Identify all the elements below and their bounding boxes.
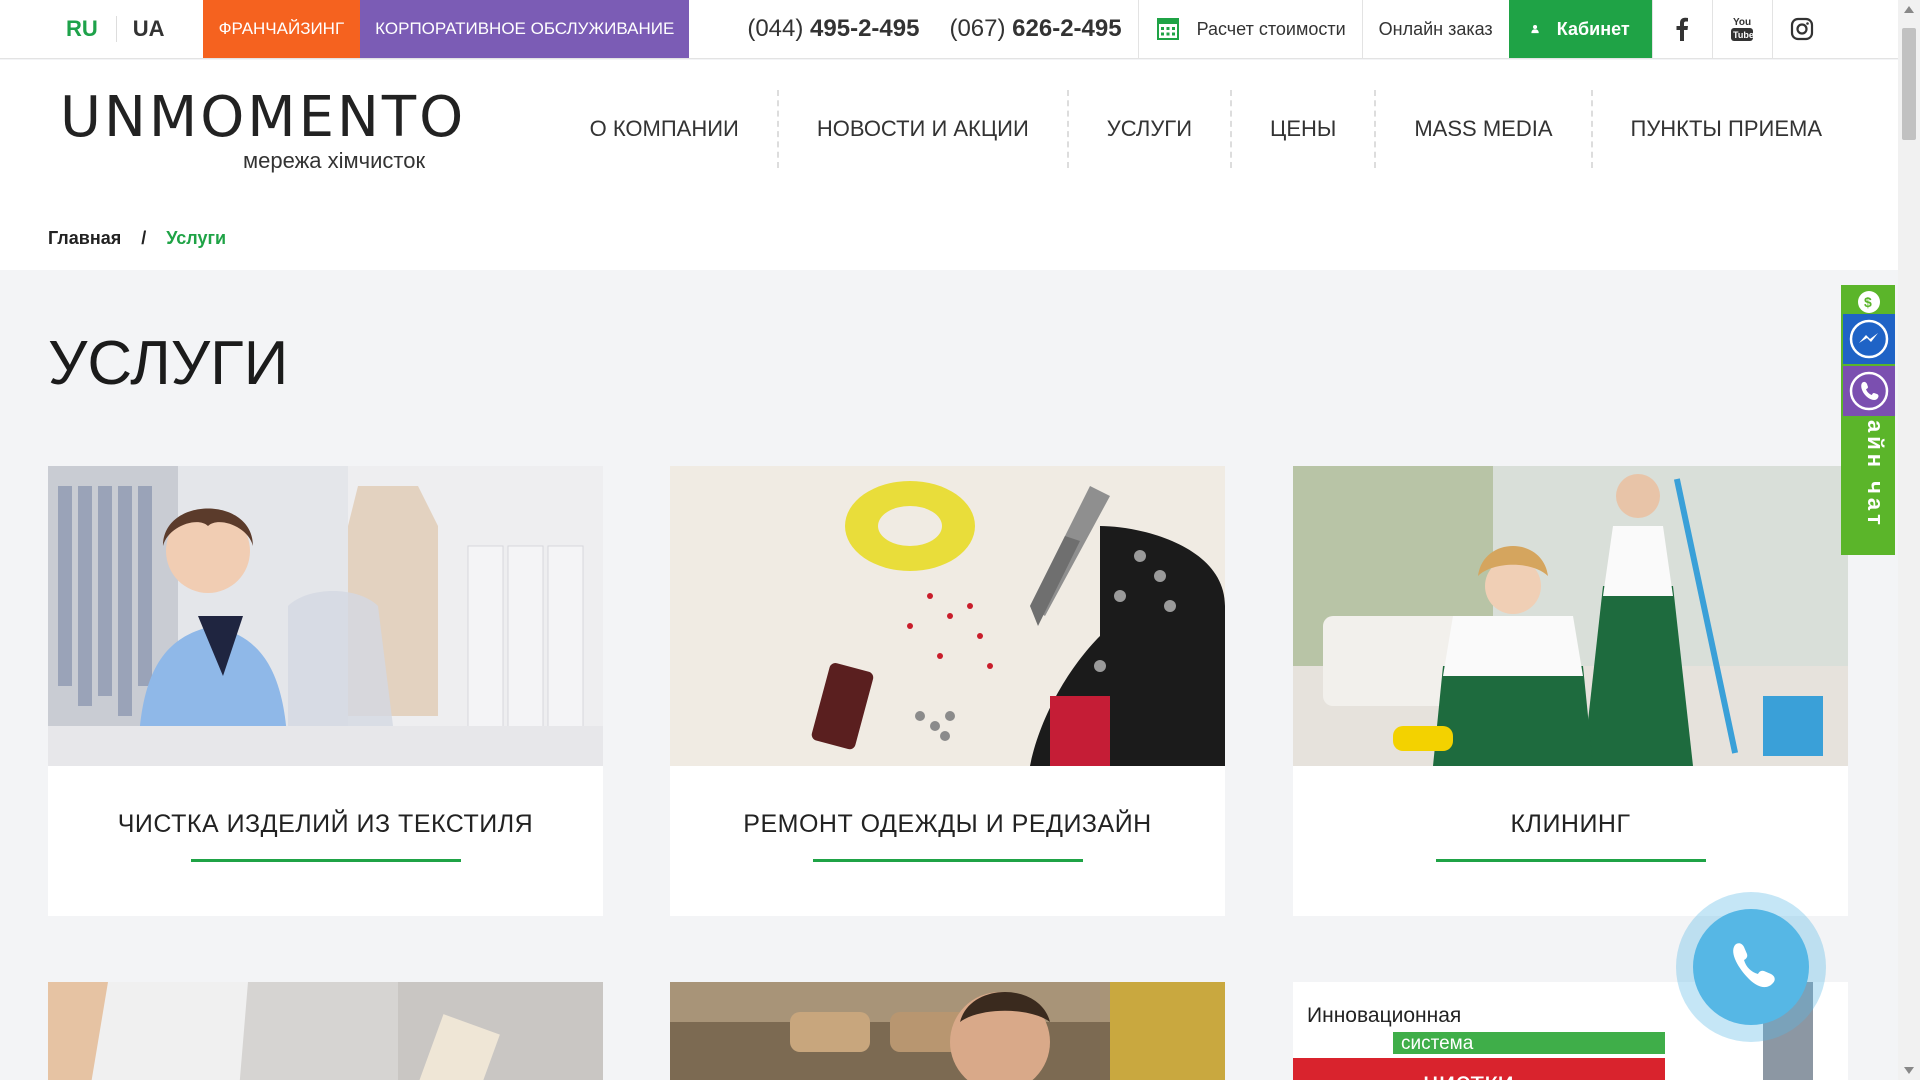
nav-mass-media[interactable]: MASS MEDIA xyxy=(1374,90,1590,168)
site-header: UNMOMENTO мережа хімчисток О КОМПАНИИ НО… xyxy=(0,60,1898,270)
logo-wordmark: UNMOMENTO xyxy=(60,85,467,150)
online-order-link[interactable]: Онлайн заказ xyxy=(1361,0,1509,58)
calculator-icon xyxy=(1156,18,1179,40)
breadcrumb-separator: / xyxy=(141,228,147,248)
online-chat-label: айн чат xyxy=(1863,420,1888,529)
messenger-button[interactable] xyxy=(1843,314,1895,364)
promo-line-1: Инновационная xyxy=(1307,1004,1461,1027)
page: RU UA ФРАНЧАЙЗИНГ КОРПОРАТИВНОЕ ОБСЛУЖИВ… xyxy=(0,0,1920,1080)
breadcrumb-current: Услуги xyxy=(166,228,227,248)
service-caption-repair: РЕМОНТ ОДЕЖДЫ И РЕДИЗАЙН xyxy=(670,766,1225,916)
scroll-down-arrow-icon[interactable] xyxy=(1904,1067,1914,1074)
svg-text:Tube: Tube xyxy=(1733,30,1754,40)
main-content: УСЛУГИ ЧИСТКА ИЗДЕЛИЙ ИЗ ТЕКСТИЛЯ РЕМОНТ… xyxy=(0,270,1898,1080)
service-card-row2-2[interactable] xyxy=(670,982,1225,1080)
nav-reception-points[interactable]: ПУНКТЫ ПРИЕМА xyxy=(1590,90,1861,168)
franchising-button[interactable]: ФРАНЧАЙЗИНГ xyxy=(202,0,361,58)
money-icon: $ xyxy=(1858,291,1880,313)
service-image-row2-2 xyxy=(670,982,1225,1080)
phone-2-number: 626-2-495 xyxy=(1012,15,1122,42)
phone-1-code: (044) xyxy=(747,15,804,42)
corporate-service-button[interactable]: КОРПОРАТИВНОЕ ОБСЛУЖИВАНИЕ xyxy=(360,0,690,58)
service-title-cleaning: КЛИНИНГ xyxy=(1510,810,1631,838)
language-switcher: RU UA xyxy=(0,0,181,58)
phone-1-number: 495-2-495 xyxy=(810,15,920,42)
lang-ua-link[interactable]: UA xyxy=(117,16,181,42)
promo-line-3: чистки xyxy=(1423,1066,1514,1080)
service-image-repair xyxy=(670,466,1225,766)
lang-ru-link[interactable]: RU xyxy=(66,16,117,42)
cabinet-button[interactable]: Кабинет xyxy=(1508,0,1652,58)
promo-line-2: система xyxy=(1401,1033,1474,1054)
service-card-cleaning[interactable]: КЛИНИНГ xyxy=(1293,466,1848,916)
top-bar: RU UA ФРАНЧАЙЗИНГ КОРПОРАТИВНОЕ ОБСЛУЖИВ… xyxy=(0,0,1898,59)
instagram-icon xyxy=(1791,17,1814,41)
page-scrollbar[interactable] xyxy=(1898,0,1920,1080)
phone-icon xyxy=(1733,943,1775,988)
price-calculator-link[interactable]: Расчет стоимости xyxy=(1137,0,1362,58)
scroll-thumb[interactable] xyxy=(1902,28,1916,140)
page-title: УСЛУГИ xyxy=(48,329,289,398)
service-title-repair: РЕМОНТ ОДЕЖДЫ И РЕДИЗАЙН xyxy=(743,810,1152,838)
main-nav: О КОМПАНИИ НОВОСТИ И АКЦИИ УСЛУГИ ЦЕНЫ M… xyxy=(552,90,1860,168)
cabinet-label: Кабинет xyxy=(1556,18,1630,39)
breadcrumb: Главная / Услуги xyxy=(48,228,226,249)
user-icon xyxy=(1531,24,1539,34)
nav-services[interactable]: УСЛУГИ xyxy=(1066,90,1230,168)
service-card-row2-1[interactable] xyxy=(48,982,603,1080)
calc-label: Расчет стоимости xyxy=(1196,18,1346,39)
callback-button-inner xyxy=(1693,909,1809,1025)
service-image-row2-1 xyxy=(48,982,603,1080)
youtube-icon: You Tube xyxy=(1731,17,1754,41)
instagram-link[interactable] xyxy=(1771,0,1832,58)
messenger-icon xyxy=(1849,319,1889,359)
service-card-textile[interactable]: ЧИСТКА ИЗДЕЛИЙ ИЗ ТЕКСТИЛЯ xyxy=(48,466,603,916)
nav-news[interactable]: НОВОСТИ И АКЦИИ xyxy=(776,90,1067,168)
callback-button[interactable] xyxy=(1676,892,1826,1042)
logo-tagline: мережа хімчисток xyxy=(243,148,426,173)
caption-underline xyxy=(1435,859,1706,862)
phone-1[interactable]: (044) 495-2-495 xyxy=(747,15,919,43)
service-card-repair[interactable]: РЕМОНТ ОДЕЖДЫ И РЕДИЗАЙН xyxy=(670,466,1225,916)
phone-2[interactable]: (067) 626-2-495 xyxy=(949,15,1121,43)
caption-underline xyxy=(812,859,1083,862)
breadcrumb-home[interactable]: Главная xyxy=(48,228,121,249)
service-caption-textile: ЧИСТКА ИЗДЕЛИЙ ИЗ ТЕКСТИЛЯ xyxy=(48,766,603,916)
caption-underline xyxy=(190,859,461,862)
scroll-up-arrow-icon[interactable] xyxy=(1904,6,1914,13)
service-image-cleaning xyxy=(1293,466,1848,766)
svg-text:You: You xyxy=(1733,17,1751,28)
facebook-icon xyxy=(1676,17,1689,41)
facebook-link[interactable] xyxy=(1651,0,1712,58)
nav-about[interactable]: О КОМПАНИИ xyxy=(552,90,777,168)
svg-text:$: $ xyxy=(1864,294,1872,310)
youtube-link[interactable]: You Tube xyxy=(1711,0,1772,58)
viber-icon xyxy=(1849,371,1889,411)
service-image-textile xyxy=(48,466,603,766)
phones: (044) 495-2-495 (067) 626-2-495 xyxy=(747,0,1121,58)
site-logo[interactable]: UNMOMENTO мережа хімчисток xyxy=(60,90,470,200)
nav-prices[interactable]: ЦЕНЫ xyxy=(1230,90,1374,168)
phone-2-code: (067) xyxy=(949,15,1006,42)
service-title-textile: ЧИСТКА ИЗДЕЛИЙ ИЗ ТЕКСТИЛЯ xyxy=(117,810,534,838)
viber-button[interactable] xyxy=(1843,366,1895,416)
